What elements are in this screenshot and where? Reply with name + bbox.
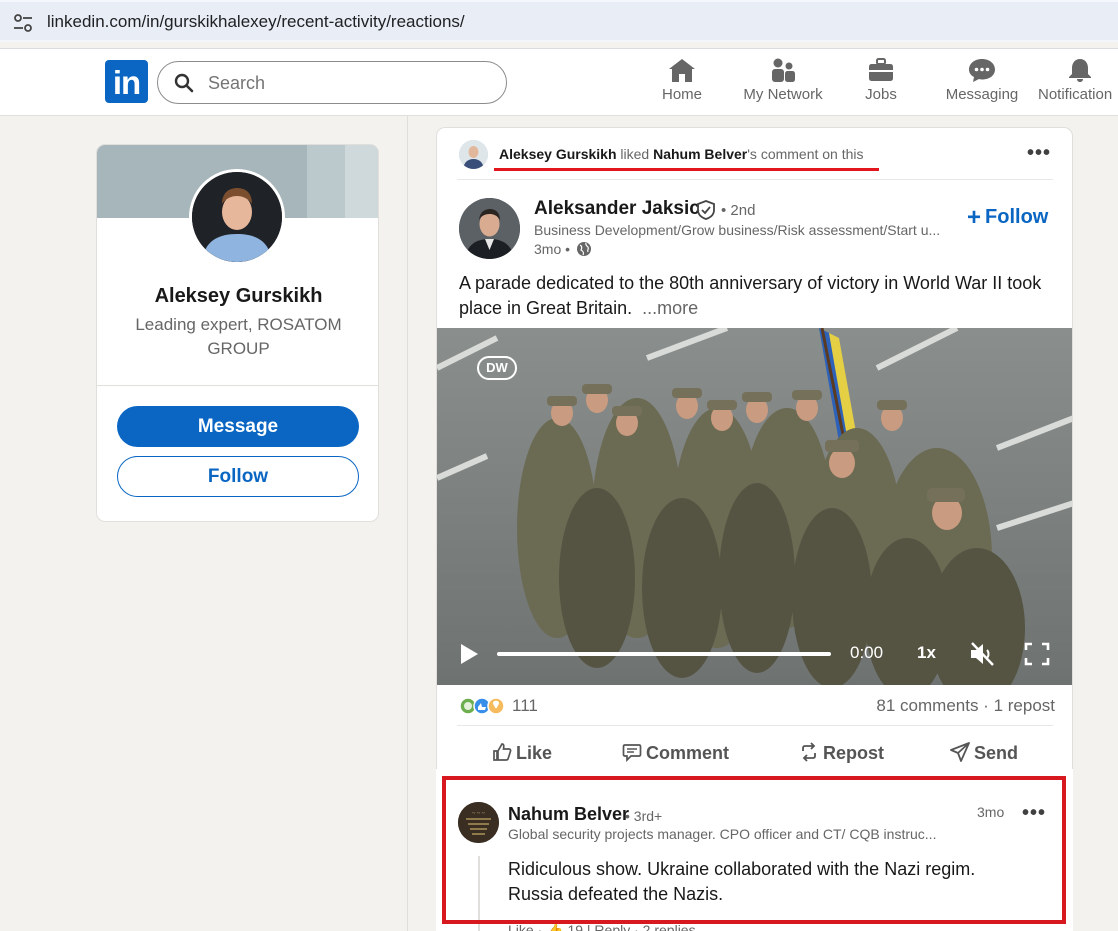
globe-icon <box>576 242 591 256</box>
reaction-icons[interactable] <box>459 696 509 716</box>
context-verb: liked <box>616 146 654 162</box>
profile-name[interactable]: Aleksey Gurskikh <box>97 285 378 308</box>
profile-avatar[interactable] <box>189 169 285 265</box>
nav-notifications[interactable]: Notification <box>1038 57 1118 113</box>
url-text[interactable]: linkedin.com/in/gurskikhalexey/recent-ac… <box>47 12 465 32</box>
video-controls: 0:00 1x <box>437 633 1072 673</box>
post-video[interactable]: DW 0:00 1x <box>437 328 1072 685</box>
dw-watermark: DW <box>477 356 517 380</box>
briefcase-icon <box>869 58 893 81</box>
fullscreen-icon[interactable] <box>1024 642 1050 666</box>
search-icon <box>174 73 194 93</box>
nav-messaging-label: Messaging <box>945 86 1019 103</box>
like-label: Like <box>516 743 553 763</box>
post-context-header: Aleksey Gurskikh liked Nahum Belver's co… <box>459 140 1049 170</box>
divider <box>457 179 1053 180</box>
highlight-box <box>442 776 1066 924</box>
nav-my-network[interactable]: My Network <box>738 57 828 113</box>
message-icon <box>969 59 995 82</box>
browser-address-bar: linkedin.com/in/gurskikhalexey/recent-ac… <box>0 0 1118 42</box>
author-avatar[interactable] <box>459 198 520 259</box>
video-time: 0:00 <box>850 643 884 662</box>
divider <box>457 725 1053 726</box>
nav-home-label: Home <box>661 86 702 103</box>
site-settings-icon[interactable] <box>12 12 34 34</box>
like-button[interactable]: Like <box>492 742 552 764</box>
context-text: Aleksey Gurskikh liked Nahum Belver's co… <box>499 146 864 162</box>
follow-author-button[interactable]: + Follow <box>967 204 1048 232</box>
send-icon <box>950 742 970 762</box>
send-label: Send <box>974 743 1019 763</box>
profile-card: Aleksey Gurskikh Leading expert, ROSATOM… <box>96 144 379 522</box>
author-headline: Business Development/Grow business/Risk … <box>534 222 941 238</box>
author-degree: • 2nd <box>721 202 756 219</box>
post-action-bar: Like Comment Repost Send <box>437 742 1072 772</box>
divider <box>97 385 378 386</box>
video-progress-bar[interactable] <box>497 652 831 656</box>
repost-button[interactable]: Repost <box>799 742 884 764</box>
url-bar[interactable]: linkedin.com/in/gurskikhalexey/recent-ac… <box>0 2 1118 40</box>
see-more-link[interactable]: ...more <box>642 298 698 318</box>
comments-reposts-count[interactable]: 81 comments · 1 repost <box>876 696 1055 716</box>
comment-label: Comment <box>646 743 730 763</box>
context-suffix: 's comment on this <box>747 146 864 162</box>
nav-jobs[interactable]: Jobs <box>856 57 906 113</box>
post-more-options-icon[interactable]: ••• <box>1027 142 1051 165</box>
top-navbar: in Home My Network Jobs <box>0 48 1118 116</box>
post-time: 3mo • <box>534 241 592 257</box>
nav-notifications-label: Notification <box>1038 86 1113 103</box>
post-text: A parade dedicated to the 80th anniversa… <box>459 273 1042 318</box>
playback-speed-button[interactable]: 1x <box>917 643 936 663</box>
comment-icon <box>622 744 642 763</box>
nav-messaging[interactable]: Messaging <box>944 57 1020 113</box>
repost-label: Repost <box>823 743 885 763</box>
context-target-link[interactable]: Nahum Belver <box>653 146 747 162</box>
home-icon <box>669 59 695 82</box>
feed-divider <box>407 116 408 931</box>
video-frame <box>437 328 1072 685</box>
plus-icon: + <box>967 204 982 231</box>
nav-network-label: My Network <box>743 86 823 103</box>
play-icon[interactable] <box>459 643 479 665</box>
social-counts: 111 81 comments · 1 repost <box>459 694 1055 720</box>
nav-jobs-label: Jobs <box>865 86 897 103</box>
bell-icon <box>1069 59 1091 82</box>
send-button[interactable]: Send <box>950 742 1018 764</box>
linkedin-logo[interactable]: in <box>105 60 148 103</box>
reactions-count[interactable]: 111 <box>512 696 538 716</box>
nav-home[interactable]: Home <box>652 57 712 113</box>
message-button[interactable]: Message <box>117 406 359 447</box>
verified-shield-icon <box>697 200 715 220</box>
context-actor-link[interactable]: Aleksey Gurskikh <box>499 146 617 162</box>
mute-icon[interactable] <box>968 641 996 667</box>
search-box[interactable] <box>157 61 507 104</box>
author-name[interactable]: Aleksander Jaksic <box>534 198 700 220</box>
profile-headline: Leading expert, ROSATOM GROUP <box>135 315 342 358</box>
like-icon <box>493 743 512 761</box>
comment-button[interactable]: Comment <box>622 742 729 764</box>
repost-icon <box>802 742 816 762</box>
actor-avatar[interactable] <box>459 140 488 169</box>
highlight-underline <box>494 168 879 171</box>
search-input[interactable] <box>208 72 488 94</box>
network-icon <box>772 58 795 82</box>
follow-button[interactable]: Follow <box>117 456 359 497</box>
